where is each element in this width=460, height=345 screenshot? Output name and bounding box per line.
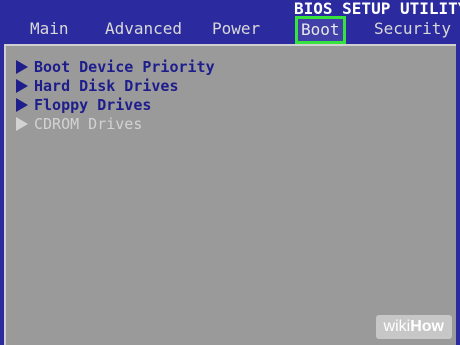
tab-bar: Main Advanced Power Boot Security [0,16,460,44]
triangle-right-icon [16,98,28,112]
menu-item-boot-device-priority[interactable]: Boot Device Priority [16,58,215,77]
tab-security[interactable]: Security [374,17,451,41]
wikihow-watermark: wikiHow [375,315,452,339]
bios-screen: BIOS SETUP UTILITY Main Advanced Power B… [0,0,460,345]
watermark-part2: How [410,318,444,335]
triangle-right-icon [16,60,28,74]
triangle-right-icon [16,117,28,131]
menu-item-label: CDROM Drives [34,115,143,133]
triangle-right-icon [16,79,28,93]
menu-item-label: Hard Disk Drives [34,77,179,95]
tab-advanced[interactable]: Advanced [105,17,182,41]
tab-boot[interactable]: Boot [295,16,346,44]
tab-power[interactable]: Power [212,17,260,41]
menu-item-label: Floppy Drives [34,96,152,114]
menu-item-hard-disk-drives[interactable]: Hard Disk Drives [16,77,215,96]
menu-item-floppy-drives[interactable]: Floppy Drives [16,96,215,115]
boot-menu: Boot Device Priority Hard Disk Drives Fl… [16,58,215,134]
menu-item-cdrom-drives[interactable]: CDROM Drives [16,115,215,134]
watermark-part1: wiki [383,318,411,335]
boot-menu-panel: Boot Device Priority Hard Disk Drives Fl… [4,44,456,345]
menu-item-label: Boot Device Priority [34,58,215,76]
tab-main[interactable]: Main [30,17,69,41]
